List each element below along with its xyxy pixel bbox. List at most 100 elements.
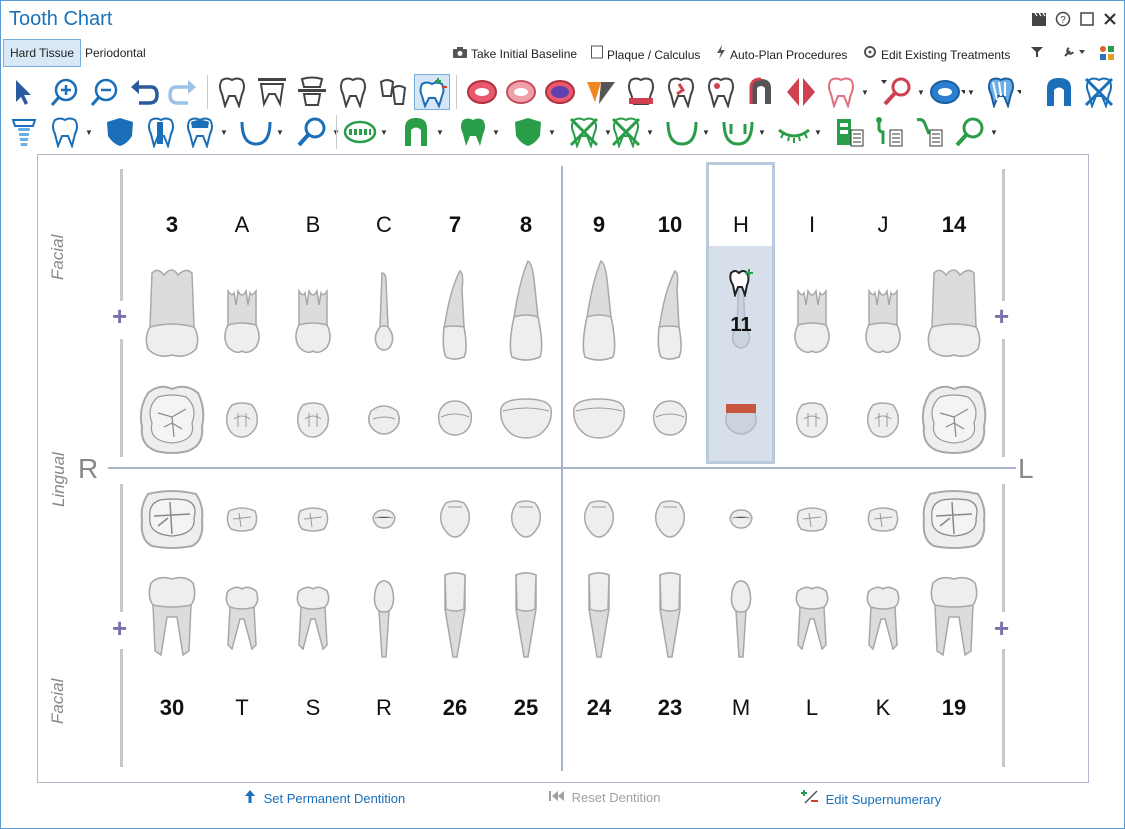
lower-tooth-occlusal[interactable] [582,499,616,544]
wrench-icon[interactable] [1063,45,1085,63]
lower-tooth-label[interactable]: 19 [924,695,984,721]
lower-tooth-label[interactable]: M [711,695,771,721]
lower-tooth-label[interactable]: R [354,695,414,721]
lower-tooth-occlusal[interactable] [866,505,900,538]
tooth-blue-crown-icon[interactable] [1041,74,1077,110]
probe-green-icon[interactable] [871,114,907,150]
tooth-striped-icon[interactable] [985,74,1021,110]
upper-tooth-occlusal[interactable] [224,401,260,444]
upper-tooth-label[interactable]: J [853,212,913,238]
arch-icon[interactable] [238,114,274,150]
select-arrow-icon[interactable] [6,74,42,110]
dropdown-arrow-icon[interactable]: ▼ [861,88,869,97]
upper-tooth-facial[interactable] [655,269,685,366]
tooth-root-icon[interactable] [743,74,779,110]
lower-tooth-occlusal[interactable] [140,488,204,555]
upper-tooth-occlusal[interactable] [865,401,901,444]
tooth-green-filled-icon[interactable] [454,114,490,150]
dropdown-arrow-icon[interactable]: ▼ [917,88,925,97]
lower-tooth-label[interactable]: 23 [640,695,700,721]
lower-tooth-facial[interactable] [587,571,611,664]
lower-tooth-occlusal[interactable] [653,499,687,544]
tooth-crown-icon[interactable] [623,74,659,110]
upper-tooth-label[interactable]: I [782,212,842,238]
search-blue-icon[interactable] [294,114,330,150]
lower-tooth-label[interactable]: S [283,695,343,721]
reset-dentition-button[interactable]: Reset Dentition [549,790,661,805]
upper-tooth-occlusal[interactable] [650,399,690,442]
set-permanent-dentition-button[interactable]: Set Permanent Dentition [244,790,405,806]
tooth-swap-icon[interactable] [375,74,411,110]
dropdown-arrow-icon[interactable]: ▼ [967,88,975,97]
shield-green-icon[interactable] [510,114,546,150]
lower-tooth-label[interactable]: T [212,695,272,721]
filter-icon[interactable] [1031,45,1043,63]
perio-chart-icon[interactable] [342,114,378,150]
lower-tooth-facial[interactable] [443,571,467,664]
upper-tooth-label[interactable]: 10 [640,212,700,238]
upper-tooth-facial[interactable] [579,259,619,368]
upper-tooth-facial[interactable] [222,288,262,360]
lower-tooth-occlusal[interactable] [509,499,543,544]
apps-icon[interactable] [1099,45,1115,63]
upper-tooth-occlusal[interactable] [920,383,988,460]
lower-tooth-facial[interactable] [371,579,397,664]
add-supernumerary-ll-icon[interactable]: + [994,615,1009,641]
lower-tooth-occlusal[interactable] [296,505,330,538]
close-icon[interactable] [1102,11,1118,27]
tooth-decay-icon[interactable] [703,74,739,110]
lower-tooth-facial[interactable] [658,571,682,664]
upper-tooth-facial[interactable] [792,288,832,360]
upper-tooth-label[interactable]: H [711,212,771,238]
tooth-blue-outline-icon[interactable] [47,114,83,150]
lower-tooth-facial[interactable] [222,583,262,658]
tooth-blue-filled-icon[interactable] [182,114,218,150]
lower-tooth-facial[interactable] [929,575,979,664]
upper-tooth-facial[interactable] [863,288,903,360]
tooth-green-extract-icon[interactable] [566,114,602,150]
dropdown-arrow-icon[interactable]: ▼ [436,128,444,137]
dropdown-arrow-icon[interactable]: ▼ [492,128,500,137]
tooth-green-crown-icon[interactable] [398,114,434,150]
tooth-split-icon[interactable] [783,74,819,110]
tooth-pink-icon[interactable] [823,74,859,110]
add-supernumerary-ul-icon[interactable]: + [994,303,1009,329]
lower-tooth-label[interactable]: K [853,695,913,721]
help-icon[interactable]: ? [1055,11,1071,27]
upper-tooth-occlusal[interactable] [499,395,553,446]
edit-existing-button[interactable]: Edit Existing Treatments [863,45,1010,63]
lower-tooth-facial[interactable] [863,583,903,658]
probe2-green-icon[interactable] [911,114,947,150]
lower-tooth-facial[interactable] [514,571,538,664]
upper-tooth-facial[interactable] [293,288,333,360]
auto-plan-button[interactable]: Auto-Plan Procedures [716,45,847,63]
gum-line-icon[interactable] [776,114,812,150]
implant-icon[interactable] [6,114,42,150]
dropdown-arrow-icon[interactable]: ▼ [548,128,556,137]
edit-supernumerary-button[interactable]: Edit Supernumerary [801,790,941,807]
dropdown-arrow-icon[interactable]: ▼ [380,128,388,137]
teeth-upper-icon[interactable] [254,74,290,110]
lower-tooth-occlusal[interactable] [438,499,472,544]
tooth-single-icon[interactable] [335,74,371,110]
lower-tooth-label[interactable]: 25 [496,695,556,721]
zoom-out-icon[interactable] [87,74,123,110]
tooth-mesial-icon[interactable] [929,74,965,110]
lower-tooth-facial[interactable] [792,583,832,658]
undo-icon[interactable] [126,74,162,110]
tooth-supernumerary-icon[interactable] [414,74,450,110]
clapper-icon[interactable] [1031,11,1047,27]
tooth-11-occlusal-restoration[interactable] [722,401,760,442]
arch-green-roots-icon[interactable] [720,114,756,150]
teeth-both-icon[interactable] [294,74,330,110]
upper-tooth-facial[interactable] [506,259,546,368]
upper-tooth-label[interactable]: 14 [924,212,984,238]
tooth-fracture-icon[interactable] [663,74,699,110]
upper-tooth-facial[interactable] [370,271,398,358]
upper-tooth-label[interactable]: B [283,212,343,238]
upper-tooth-label[interactable]: 9 [569,212,629,238]
lower-tooth-label[interactable]: 26 [425,695,485,721]
lower-tooth-occlusal[interactable] [795,505,829,538]
sealant-icon[interactable] [583,74,619,110]
lower-tooth-occlusal[interactable] [726,506,756,537]
